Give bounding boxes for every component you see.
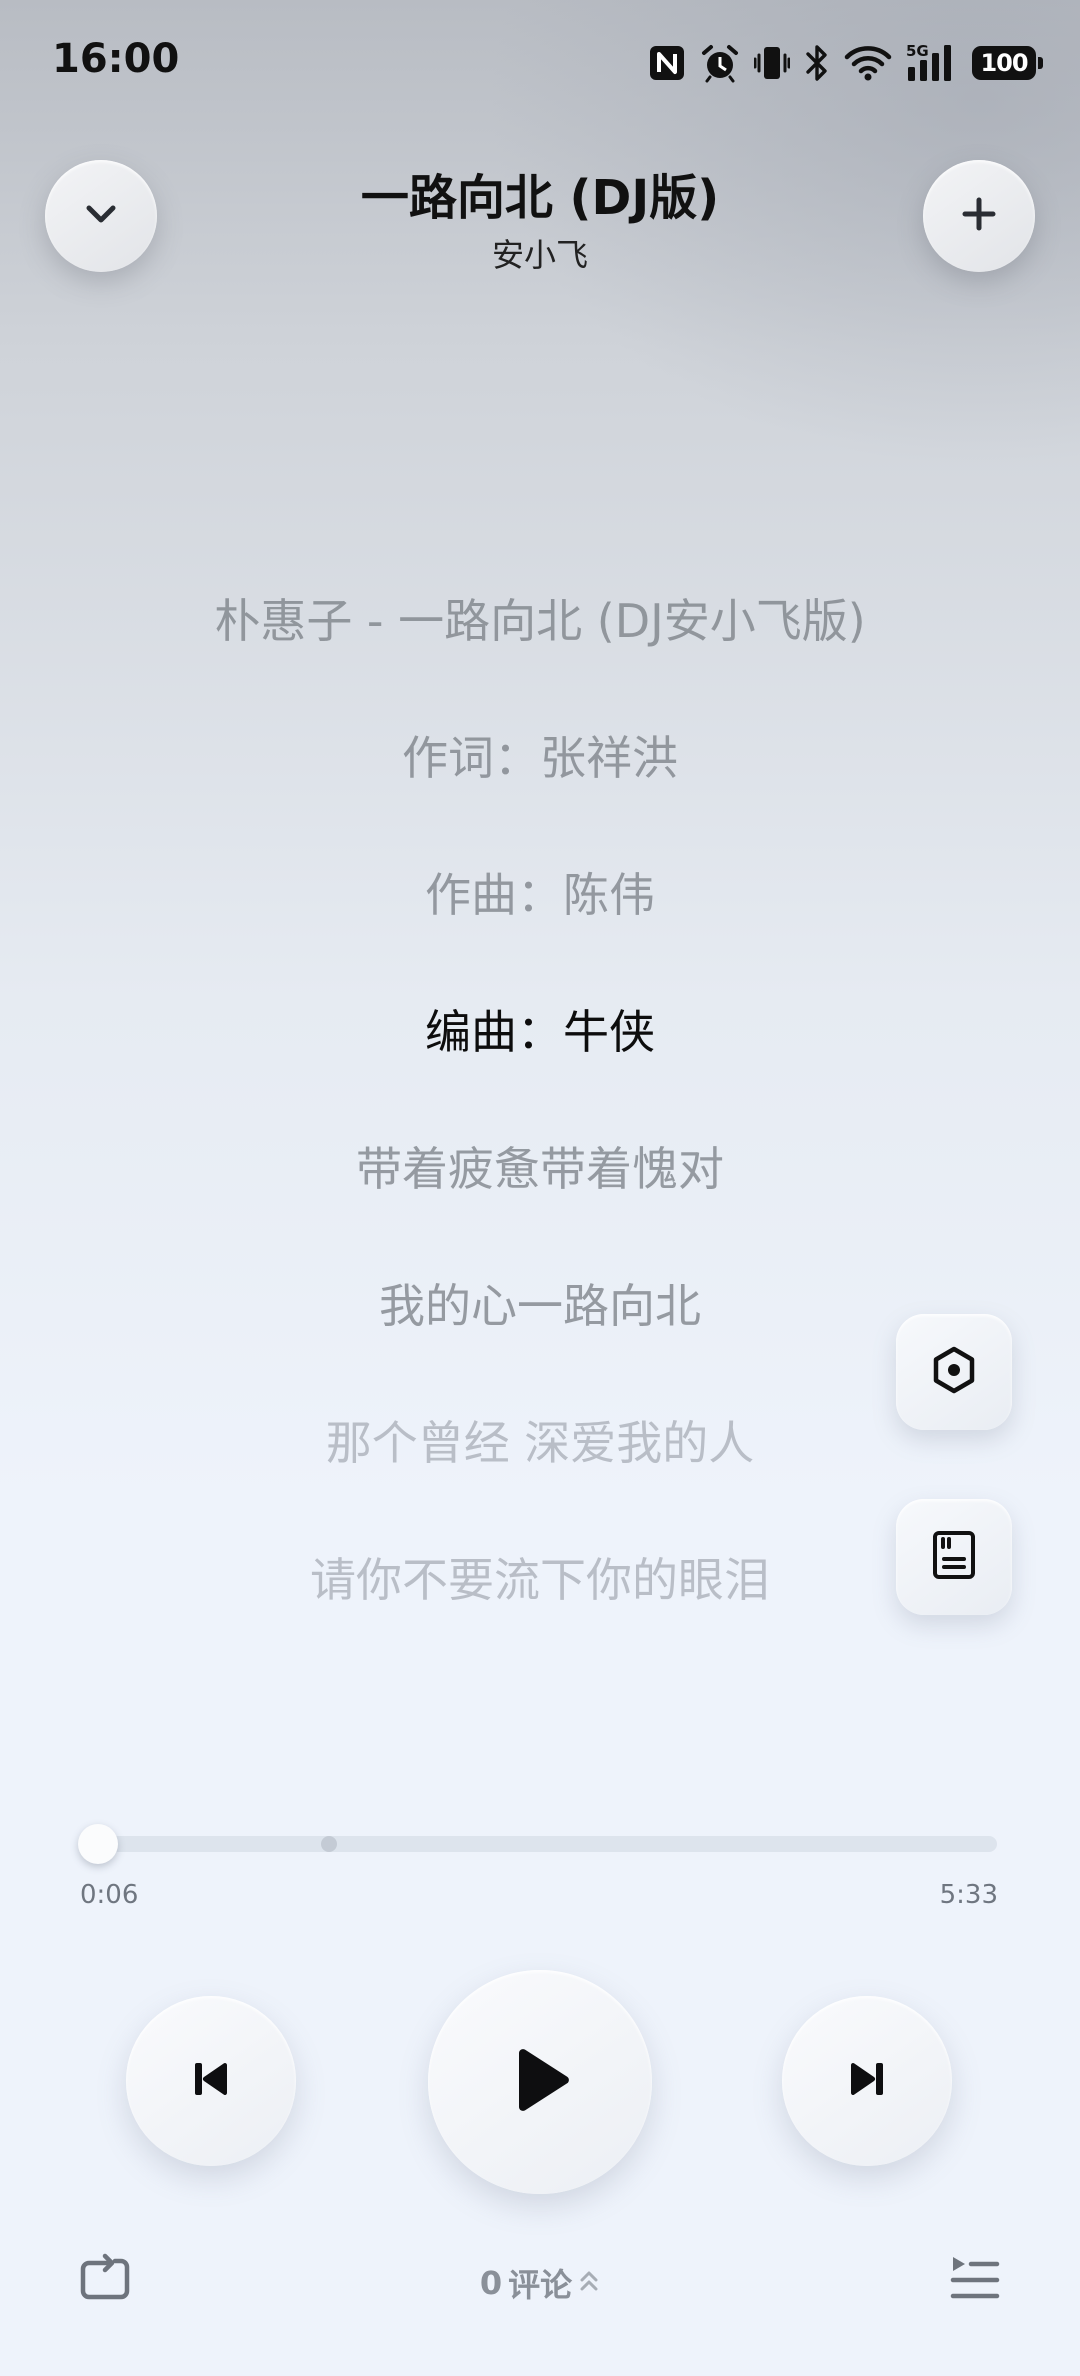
lyric-line[interactable]: 作曲：陈伟 — [0, 859, 1080, 925]
play-icon — [509, 2047, 571, 2117]
collapse-button[interactable] — [45, 160, 157, 272]
wifi-icon — [844, 44, 892, 82]
song-artist[interactable]: 安小飞 — [240, 230, 840, 276]
next-button[interactable] — [782, 1996, 952, 2166]
progress-marker — [321, 1836, 338, 1852]
comments-button[interactable]: 0 评论 — [440, 2260, 640, 2306]
time-current: 0:06 — [80, 1880, 139, 1910]
lyrics-sheet-button[interactable] — [896, 1499, 1012, 1615]
chevron-up-double-icon — [578, 2264, 600, 2302]
time-total: 5:33 — [939, 1880, 998, 1910]
progress-thumb[interactable] — [78, 1824, 119, 1864]
bluetooth-icon — [804, 43, 830, 83]
comments-label: 评论 — [508, 2266, 573, 2304]
skip-next-icon — [845, 2057, 889, 2105]
repeat-button[interactable] — [74, 2250, 136, 2312]
add-to-playlist-button[interactable] — [923, 160, 1035, 272]
status-time: 16:00 — [52, 36, 180, 82]
battery-indicator: 100 — [972, 46, 1043, 80]
lyric-line[interactable]: 带着疲惫带着愧对 — [0, 1133, 1080, 1199]
status-icons: 5G 100 — [648, 38, 1043, 88]
lyric-line-active[interactable]: 编曲：牛侠 — [0, 996, 1080, 1062]
lyric-line[interactable]: 朴惠子 - 一路向北 (DJ安小飞版) — [0, 585, 1080, 651]
comments-count: 0 — [479, 2264, 503, 2302]
lyric-line[interactable]: 作词：张祥洪 — [0, 722, 1080, 788]
status-bar: 16:00 5G 100 — [0, 0, 1080, 130]
play-button[interactable] — [428, 1970, 652, 2194]
signal-5g-icon: 5G — [906, 43, 958, 83]
lyrics-sheet-icon — [931, 1529, 977, 1585]
playlist-icon — [947, 2251, 1003, 2311]
sound-effect-button[interactable] — [896, 1314, 1012, 1430]
progress-bar[interactable] — [78, 1824, 997, 1864]
plus-icon — [957, 192, 1001, 240]
battery-level: 100 — [980, 49, 1028, 77]
previous-button[interactable] — [126, 1996, 296, 2166]
playlist-button[interactable] — [944, 2250, 1006, 2312]
nfc-icon — [648, 44, 686, 82]
hexagon-effect-icon — [929, 1345, 979, 1399]
skip-previous-icon — [189, 2057, 233, 2105]
song-title: 一路向北 (DJ版) — [360, 170, 720, 226]
repeat-icon — [77, 2251, 133, 2311]
alarm-icon — [700, 43, 740, 83]
vibrate-icon — [754, 43, 790, 83]
chevron-down-icon — [79, 192, 123, 240]
